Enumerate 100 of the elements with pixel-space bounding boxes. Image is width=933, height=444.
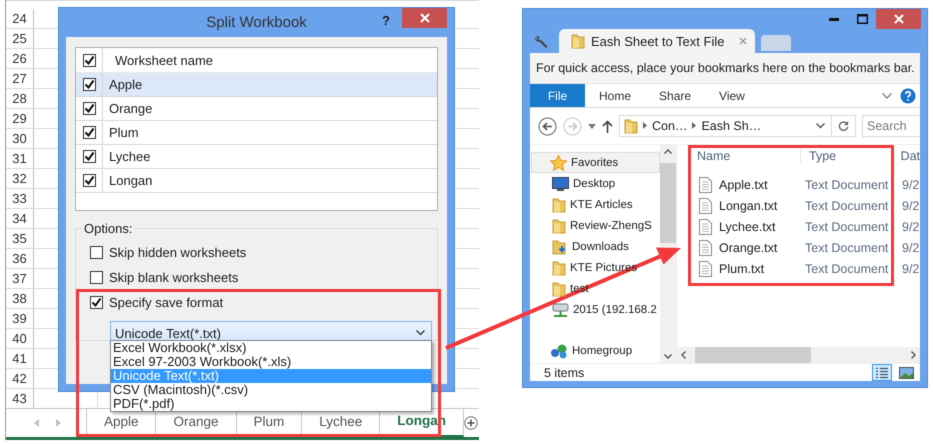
close-button[interactable]	[876, 9, 921, 29]
nav-item[interactable]: Downloads	[531, 236, 660, 257]
checkbox[interactable]	[82, 150, 96, 163]
row-number: 38	[6, 289, 34, 308]
checkbox[interactable]	[90, 271, 103, 284]
details-view-button[interactable]	[872, 364, 892, 381]
file-date: 9/2	[902, 240, 920, 254]
add-sheet-icon[interactable]	[464, 414, 478, 432]
checkbox[interactable]	[82, 54, 96, 66]
row-number: 28	[6, 89, 34, 108]
back-button[interactable]	[538, 116, 557, 136]
checkbox[interactable]	[90, 296, 103, 309]
row-number: 26	[6, 49, 34, 68]
row-number: 31	[6, 149, 34, 168]
folder-icon	[552, 218, 566, 234]
row-number: 36	[6, 249, 34, 268]
dropdown-icon[interactable]	[588, 124, 596, 128]
download-folder-icon	[552, 238, 568, 254]
row-number: 39	[6, 309, 34, 328]
checkbox[interactable]	[82, 102, 96, 115]
scroll-right-icon[interactable]	[911, 351, 916, 359]
document-icon	[699, 260, 712, 276]
worksheet-row[interactable]: Orange	[76, 97, 437, 121]
document-icon	[699, 240, 712, 256]
column-header[interactable]: Type	[801, 149, 901, 163]
up-arrow-icon[interactable]	[602, 120, 613, 132]
checkbox[interactable]	[90, 246, 103, 259]
file-name[interactable]: Longan.txt	[719, 198, 778, 212]
dropdown-option[interactable]: Excel 97-2003 Workbook(*.xls)	[111, 355, 431, 369]
dropdown-option[interactable]: CSV (Macintosh)(*.csv)	[111, 383, 431, 397]
folder-icon	[552, 196, 566, 212]
row-number: 24	[6, 9, 34, 28]
row-number: 35	[6, 229, 34, 248]
browser-tab[interactable]: Eash Sheet to Text File	[559, 29, 755, 53]
status-text: 5 items	[544, 366, 584, 380]
file-name[interactable]: Apple.txt	[719, 178, 768, 192]
worksheet-name: Orange	[108, 101, 152, 116]
refresh-button[interactable]	[832, 115, 856, 137]
nav-item[interactable]: 2015 (192.168.2	[531, 299, 660, 320]
scroll-up-icon[interactable]	[664, 149, 672, 154]
folder-icon	[624, 118, 638, 134]
folder-icon	[571, 33, 585, 49]
column-header[interactable]: Name	[697, 149, 801, 163]
row-number: 42	[6, 369, 34, 388]
nav-item[interactable]: KTE Articles	[531, 194, 660, 215]
nav-item[interactable]: Homegroup	[531, 340, 660, 361]
maximize-icon	[856, 14, 868, 24]
monitor-icon	[552, 176, 569, 190]
ribbon-tab[interactable]: File	[530, 84, 585, 107]
close-icon[interactable]	[739, 37, 747, 45]
chevron-icon	[416, 330, 425, 336]
breadcrumb[interactable]: Eash Sh…	[701, 119, 811, 133]
file-name[interactable]: Orange.txt	[719, 240, 778, 254]
ribbon-tab[interactable]: Home	[585, 84, 646, 107]
worksheet-row[interactable]: Plum	[76, 121, 437, 145]
row-number: 29	[6, 109, 34, 128]
file-date: 9/2	[902, 198, 920, 212]
row-number: 40	[6, 329, 34, 348]
ribbon-tab[interactable]: View	[705, 84, 759, 107]
option-label: Skip hidden worksheets	[109, 245, 246, 260]
refresh-icon	[838, 120, 849, 132]
column-header: Worksheet name	[114, 52, 214, 68]
minimize-icon	[829, 18, 839, 20]
scroll-down-icon[interactable]	[664, 354, 672, 359]
checkbox[interactable]	[82, 78, 96, 91]
file-name[interactable]: Lychee.txt	[719, 220, 776, 234]
breadcrumb[interactable]: Con…	[652, 119, 688, 133]
checkbox[interactable]	[82, 174, 96, 187]
row-number: 37	[6, 269, 34, 288]
search-field[interactable]: Search	[862, 115, 920, 137]
scrollbar[interactable]	[660, 145, 676, 363]
worksheet-row[interactable]: Apple	[76, 73, 437, 97]
dropdown-option[interactable]: PDF(*.pdf)	[111, 397, 431, 411]
worksheet-row[interactable]: Longan	[76, 169, 437, 193]
worksheet-name: Apple	[108, 77, 142, 92]
address-bar[interactable]: Con… Eash Sh…	[619, 115, 832, 137]
file-name[interactable]: Plum.txt	[719, 262, 764, 276]
file-date: 9/2	[902, 220, 920, 234]
network-drive-icon	[552, 302, 569, 318]
row-number: 32	[6, 169, 34, 188]
separator-icon	[643, 121, 647, 131]
nav-item[interactable]: Review-ZhengS	[531, 215, 660, 236]
file-date: 9/2	[902, 262, 920, 276]
row-number: 30	[6, 129, 34, 148]
help-button[interactable]: ?	[382, 13, 390, 28]
nav-item[interactable]: Desktop	[531, 173, 660, 194]
checkbox[interactable]	[82, 126, 96, 139]
worksheet-row[interactable]: Lychee	[76, 145, 437, 169]
file-type: Text Document	[805, 198, 890, 212]
close-button[interactable]	[402, 8, 447, 28]
ribbon-tab[interactable]: Share	[645, 84, 706, 107]
chevron-icon[interactable]	[816, 123, 825, 129]
chevron-icon[interactable]	[882, 92, 892, 98]
column-header[interactable]: Dat	[900, 149, 920, 163]
wrench-icon[interactable]	[535, 34, 549, 48]
scroll-left-icon[interactable]	[681, 351, 686, 359]
large-icons-view-button[interactable]	[896, 364, 916, 381]
nav-item[interactable]: Favorites	[531, 152, 660, 173]
help-icon[interactable]	[900, 88, 916, 104]
scrollbar[interactable]	[677, 347, 920, 363]
